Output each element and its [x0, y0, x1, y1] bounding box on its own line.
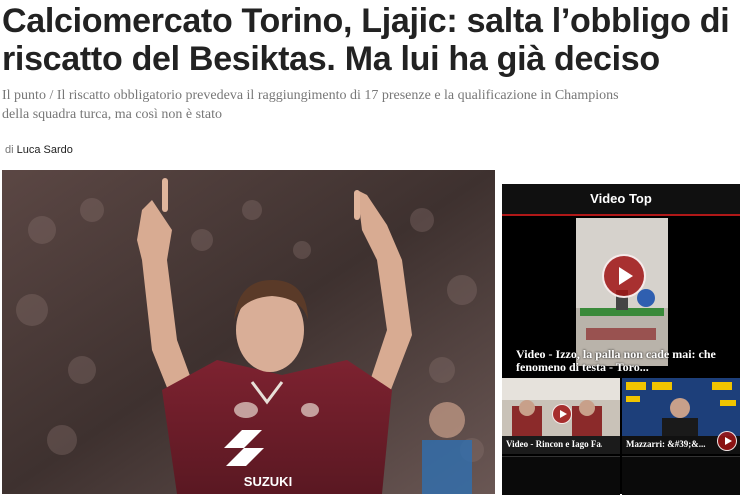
video-thumbnail-1-title[interactable]: Video - Rincon e Iago Fa...: [506, 439, 602, 449]
video-thumbnail-2-title[interactable]: Mazzarri: &#39;&...: [626, 439, 722, 449]
hero-photo-illustration: SUZUKI: [2, 170, 495, 494]
video-thumbnail-2[interactable]: Mazzarri: &#39;&...: [622, 378, 740, 454]
author-link[interactable]: Luca Sardo: [17, 144, 73, 156]
play-icon[interactable]: [602, 254, 646, 298]
article-summary: Il punto / Il riscatto obbligatorio prev…: [2, 88, 619, 122]
play-icon[interactable]: [552, 404, 572, 424]
featured-video[interactable]: Video - Izzo, la palla non cade mai: che…: [502, 216, 740, 376]
jersey-sponsor-text: SUZUKI: [244, 474, 292, 489]
featured-video-thumbnail: [576, 218, 668, 366]
video-thumbnail-4[interactable]: [622, 456, 740, 495]
article-headline: Calciomercato Torino, Ljajic: salta l’ob…: [2, 2, 730, 78]
video-thumbnail-3[interactable]: [502, 456, 620, 495]
byline-prefix: di: [5, 144, 14, 156]
more-videos-row: [502, 456, 740, 495]
video-top-title: Video Top: [502, 184, 740, 216]
byline: di Luca Sardo: [5, 144, 73, 156]
featured-video-title[interactable]: Video - Izzo, la palla non cade mai: che…: [516, 348, 730, 374]
video-top-widget: Video Top Video - Izzo, la palla non cad…: [502, 184, 740, 495]
video-thumbnail-1[interactable]: Video - Rincon e Iago Fa...: [502, 378, 620, 454]
video-thumbnail-row: Video - Rincon e Iago Fa... Mazzarri: &#…: [502, 378, 740, 454]
hero-image: SUZUKI: [2, 170, 495, 494]
